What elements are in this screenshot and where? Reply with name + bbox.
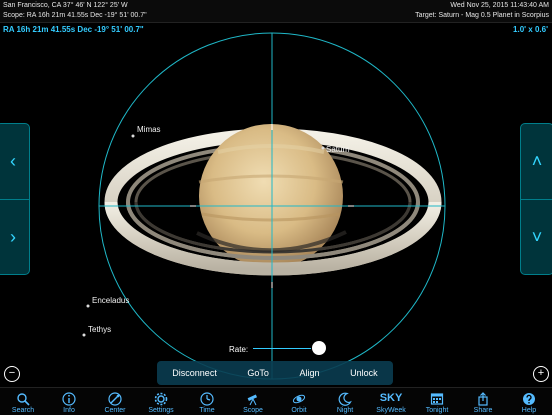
settings-icon [152,391,170,406]
chevron-right-icon: › [10,227,16,247]
tab-help[interactable]: Help [506,388,552,415]
scope-control-panel: Disconnect GoTo Align Unlock [157,361,393,385]
scope-position-text: Scope: RA 16h 21m 41.55s Dec -19° 51' 00… [3,12,147,19]
moon-icon [336,391,354,406]
bottom-tab-bar: Search Info Center Settings Time Scope O… [0,387,552,415]
right-slew-pad: ˄ ˅ [520,123,552,275]
slew-right-button[interactable]: › [0,199,29,275]
tab-label: Help [521,407,537,414]
zoom-in-button[interactable]: + [533,366,549,382]
orbit-icon [290,391,308,406]
unlock-button[interactable]: Unlock [350,368,378,378]
chevron-up-icon: ˄ [531,151,543,171]
rate-slider-track[interactable] [253,348,311,349]
slew-down-button[interactable]: ˅ [521,199,552,275]
slew-left-button[interactable]: ‹ [0,124,29,199]
align-button[interactable]: Align [300,368,320,378]
rate-label: Rate: [229,345,249,354]
tab-search[interactable]: Search [0,388,46,415]
tab-skyweek[interactable]: SKY SkyWeek [368,388,414,415]
tethys-moon[interactable] [82,333,86,337]
chevron-down-icon: ˅ [531,227,543,247]
tab-label: Time [199,407,215,414]
saturn-marker [321,146,325,150]
mimas-moon[interactable] [131,134,135,138]
tab-tonight[interactable]: Tonight [414,388,460,415]
zoom-out-button[interactable]: − [4,366,20,382]
enceladus-label[interactable]: Enceladus [92,296,129,305]
saturn-label[interactable]: Saturn [326,145,350,154]
mimas-label[interactable]: Mimas [137,125,161,134]
tab-info[interactable]: Info [46,388,92,415]
left-slew-pad: ‹ › [0,123,30,275]
location-text: San Francisco, CA 37° 46' N 122° 25' W [3,2,128,9]
clock-icon [198,391,216,406]
tab-label: Settings [148,407,174,414]
tab-orbit[interactable]: Orbit [276,388,322,415]
tab-label: Share [473,407,493,414]
tab-label: Night [336,407,354,414]
sky-view[interactable] [0,0,552,414]
plus-icon: + [537,367,545,379]
tab-label: Search [11,407,35,414]
skyweek-logo: SKY [379,391,403,406]
telescope-reticle [98,32,446,380]
tab-label: Info [63,407,75,414]
enceladus-moon[interactable] [86,304,90,308]
tab-share[interactable]: Share [460,388,506,415]
tab-label: Tonight [425,407,449,414]
sky-logo-text: SKY [379,392,403,404]
help-icon [520,391,538,406]
search-icon [14,391,32,406]
rate-slider-knob[interactable] [312,341,326,355]
status-bar: San Francisco, CA 37° 46' N 122° 25' W W… [0,0,552,23]
target-text: Target: Saturn - Mag 0.5 Planet in Scorp… [415,12,549,19]
datetime-text: Wed Nov 25, 2015 11:43:40 AM [450,2,549,9]
telescope-icon [244,391,262,406]
disconnect-button[interactable]: Disconnect [172,368,217,378]
tab-scope[interactable]: Scope [230,388,276,415]
tab-settings[interactable]: Settings [138,388,184,415]
center-icon [106,391,124,406]
radec-readout: RA 16h 21m 41.55s Dec -19° 51' 00.7" [3,25,144,34]
tab-center[interactable]: Center [92,388,138,415]
tab-label: SkyWeek [376,407,406,414]
slew-up-button[interactable]: ˄ [521,124,552,199]
tab-label: Center [104,407,126,414]
tab-label: Orbit [291,407,307,414]
field-of-view-readout: 1.0' x 0.6' [513,25,548,34]
share-icon [474,391,492,406]
tab-time[interactable]: Time [184,388,230,415]
tab-label: Scope [243,407,263,414]
calendar-icon [428,391,446,406]
info-icon [60,391,78,406]
tab-night[interactable]: Night [322,388,368,415]
tethys-label[interactable]: Tethys [88,325,111,334]
saturn-planet[interactable] [104,124,442,276]
chevron-left-icon: ‹ [10,151,16,171]
minus-icon: − [8,367,16,379]
goto-button[interactable]: GoTo [247,368,269,378]
